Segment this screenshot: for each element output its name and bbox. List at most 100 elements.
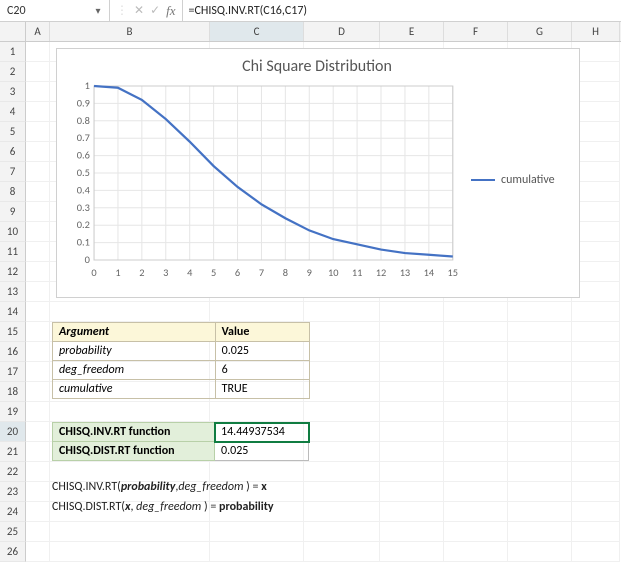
row-header[interactable]: 3 xyxy=(0,82,26,102)
result-value-active[interactable]: 14.44937534 xyxy=(215,423,309,442)
cell-H15[interactable] xyxy=(572,322,620,342)
cell-A14[interactable] xyxy=(26,302,50,322)
cell-E18[interactable] xyxy=(380,382,444,402)
cell-E21[interactable] xyxy=(380,442,444,462)
cell-D21[interactable] xyxy=(304,442,380,462)
row-header[interactable]: 1 xyxy=(0,42,26,62)
cell-H21[interactable] xyxy=(572,442,620,462)
row-header[interactable]: 18 xyxy=(0,382,26,402)
row-header[interactable]: 19 xyxy=(0,402,26,422)
cell-G21[interactable] xyxy=(508,442,572,462)
cell-F16[interactable] xyxy=(444,342,508,362)
row-header[interactable]: 21 xyxy=(0,442,26,462)
name-box[interactable]: C20 xyxy=(4,4,91,18)
cell-C25[interactable] xyxy=(210,522,304,542)
result-value[interactable]: 0.025 xyxy=(215,442,309,461)
name-box-wrap[interactable]: C20 ▾ xyxy=(0,0,110,21)
row-header[interactable]: 13 xyxy=(0,282,26,302)
cell-A20[interactable] xyxy=(26,422,50,442)
cell-F26[interactable] xyxy=(444,542,508,562)
cell-E19[interactable] xyxy=(380,402,444,422)
cell-F19[interactable] xyxy=(444,402,508,422)
cell-F14[interactable] xyxy=(444,302,508,322)
result-label[interactable]: CHISQ.DIST.RT function xyxy=(53,442,215,461)
cell-A1[interactable] xyxy=(26,42,50,62)
cell-A10[interactable] xyxy=(26,222,50,242)
cell-G14[interactable] xyxy=(508,302,572,322)
cell-F20[interactable] xyxy=(444,422,508,442)
cell-G22[interactable] xyxy=(508,462,572,482)
cell-H26[interactable] xyxy=(572,542,620,562)
cell-A8[interactable] xyxy=(26,182,50,202)
cell-G19[interactable] xyxy=(508,402,572,422)
cell-A26[interactable] xyxy=(26,542,50,562)
col-header-D[interactable]: D xyxy=(304,22,380,41)
cell-A4[interactable] xyxy=(26,102,50,122)
row-header[interactable]: 22 xyxy=(0,462,26,482)
insert-function-icon[interactable]: fx xyxy=(166,3,175,19)
cell-A17[interactable] xyxy=(26,362,50,382)
cell-G26[interactable] xyxy=(508,542,572,562)
cell-A9[interactable] xyxy=(26,202,50,222)
arg-header-argument[interactable]: Argument xyxy=(53,323,216,342)
col-header-G[interactable]: G xyxy=(508,22,572,41)
cell-G23[interactable] xyxy=(508,482,572,502)
arg-name[interactable]: cumulative xyxy=(53,380,216,399)
arg-header-value[interactable]: Value xyxy=(215,323,309,342)
row-header[interactable]: 25 xyxy=(0,522,26,542)
cell-A18[interactable] xyxy=(26,382,50,402)
row-header[interactable]: 7 xyxy=(0,162,26,182)
cell-H24[interactable] xyxy=(572,502,620,522)
cell-F17[interactable] xyxy=(444,362,508,382)
cell-A7[interactable] xyxy=(26,162,50,182)
cell-C26[interactable] xyxy=(210,542,304,562)
row-header[interactable]: 8 xyxy=(0,182,26,202)
cell-C22[interactable] xyxy=(210,462,304,482)
row-header[interactable]: 10 xyxy=(0,222,26,242)
cell-H23[interactable] xyxy=(572,482,620,502)
syntax-line-1[interactable]: CHISQ.INV.RT(probability,deg_freedom ) =… xyxy=(52,480,492,494)
cell-B25[interactable] xyxy=(50,522,210,542)
row-header[interactable]: 16 xyxy=(0,342,26,362)
cell-F25[interactable] xyxy=(444,522,508,542)
row-header[interactable]: 17 xyxy=(0,362,26,382)
cell-D15[interactable] xyxy=(304,322,380,342)
cancel-icon[interactable]: ✕ xyxy=(134,3,144,18)
cell-E20[interactable] xyxy=(380,422,444,442)
cell-D17[interactable] xyxy=(304,362,380,382)
cell-E14[interactable] xyxy=(380,302,444,322)
arg-name[interactable]: deg_freedom xyxy=(53,361,216,380)
row-header[interactable]: 11 xyxy=(0,242,26,262)
cell-A2[interactable] xyxy=(26,62,50,82)
cell-E22[interactable] xyxy=(380,462,444,482)
cell-A19[interactable] xyxy=(26,402,50,422)
row-header[interactable]: 15 xyxy=(0,322,26,342)
arg-value[interactable]: 6 xyxy=(215,361,309,380)
cell-H17[interactable] xyxy=(572,362,620,382)
row-header[interactable]: 4 xyxy=(0,102,26,122)
syntax-line-2[interactable]: CHISQ.DIST.RT(x, deg_freedom ) = probabi… xyxy=(52,500,492,514)
cell-D22[interactable] xyxy=(304,462,380,482)
cell-C19[interactable] xyxy=(210,402,304,422)
cell-A21[interactable] xyxy=(26,442,50,462)
cell-H20[interactable] xyxy=(572,422,620,442)
col-header-A[interactable]: A xyxy=(26,22,50,41)
cell-H16[interactable] xyxy=(572,342,620,362)
row-header[interactable]: 24 xyxy=(0,502,26,522)
col-header-E[interactable]: E xyxy=(380,22,444,41)
cell-F18[interactable] xyxy=(444,382,508,402)
result-label[interactable]: CHISQ.INV.RT function xyxy=(53,423,215,442)
cell-A24[interactable] xyxy=(26,502,50,522)
cell-H22[interactable] xyxy=(572,462,620,482)
row-header[interactable]: 5 xyxy=(0,122,26,142)
col-header-H[interactable]: H xyxy=(572,22,620,41)
confirm-icon[interactable]: ✓ xyxy=(150,3,160,18)
cell-G18[interactable] xyxy=(508,382,572,402)
cell-G15[interactable] xyxy=(508,322,572,342)
cell-H18[interactable] xyxy=(572,382,620,402)
cell-G25[interactable] xyxy=(508,522,572,542)
cell-G16[interactable] xyxy=(508,342,572,362)
cell-B19[interactable] xyxy=(50,402,210,422)
cell-A12[interactable] xyxy=(26,262,50,282)
cell-A25[interactable] xyxy=(26,522,50,542)
